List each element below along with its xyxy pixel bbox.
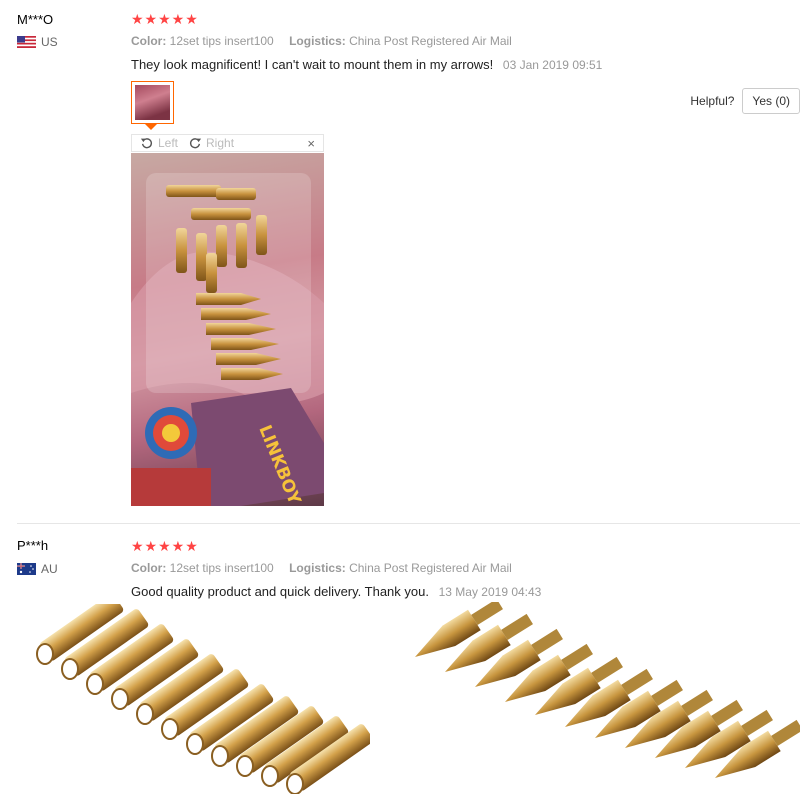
helpful-section: Helpful? Yes (0) (690, 88, 800, 114)
helpful-yes-button[interactable]: Yes (0) (742, 88, 800, 114)
star-rating: ★★★★★ (131, 11, 199, 27)
product-photo-inserts (15, 594, 374, 795)
review-meta: Color: 12set tips insert100 Logistics: C… (131, 561, 512, 575)
reviewer-name: M***O (17, 12, 54, 27)
country-code: AU (41, 562, 58, 576)
color-label: Color: (131, 34, 167, 48)
review-text: They look magnificent! I can't wait to m… (131, 57, 602, 72)
reviewer-country: AU (17, 562, 58, 576)
color-value: 12set tips insert100 (169, 561, 274, 575)
review-item: P***h AU ★★★★★ Color: 12set tips insert1… (0, 524, 800, 800)
review-text: Good quality product and quick delivery.… (131, 584, 541, 599)
rotate-right-icon (189, 138, 202, 149)
rotate-left-button[interactable]: Left (140, 136, 178, 150)
review-date: 03 Jan 2019 09:51 (502, 58, 603, 72)
review-photo-large: LINKBOY OUTDOOR (131, 153, 324, 506)
rotate-right-button[interactable]: Right (188, 136, 234, 150)
photo-viewer-toolbar: Left Right × (131, 134, 324, 152)
review-body: Good quality product and quick delivery.… (131, 584, 429, 599)
review-meta: Color: 12set tips insert100 Logistics: C… (131, 34, 512, 48)
logistics-label: Logistics: (289, 561, 346, 575)
reviewer-country: US (17, 35, 58, 49)
thumbnail-pointer (145, 124, 157, 130)
us-flag-icon (17, 36, 36, 48)
logistics-value: China Post Registered Air Mail (349, 561, 512, 575)
au-flag-icon (17, 563, 36, 575)
color-value: 12set tips insert100 (169, 34, 274, 48)
close-icon[interactable]: × (307, 136, 315, 151)
review-item: M***O US ★★★★★ Color: 12set tips insert1… (0, 0, 800, 520)
logistics-value: China Post Registered Air Mail (349, 34, 512, 48)
review-body: They look magnificent! I can't wait to m… (131, 57, 494, 72)
review-photo-thumbnail[interactable] (131, 81, 174, 124)
logistics-label: Logistics: (289, 34, 346, 48)
star-rating: ★★★★★ (131, 538, 199, 554)
reviewer-name: P***h (17, 538, 49, 553)
color-label: Color: (131, 561, 167, 575)
rotate-left-icon (140, 138, 153, 149)
product-photo-tips (385, 598, 800, 800)
country-code: US (41, 35, 58, 49)
helpful-label: Helpful? (690, 94, 735, 108)
review-date: 13 May 2019 04:43 (438, 585, 542, 599)
